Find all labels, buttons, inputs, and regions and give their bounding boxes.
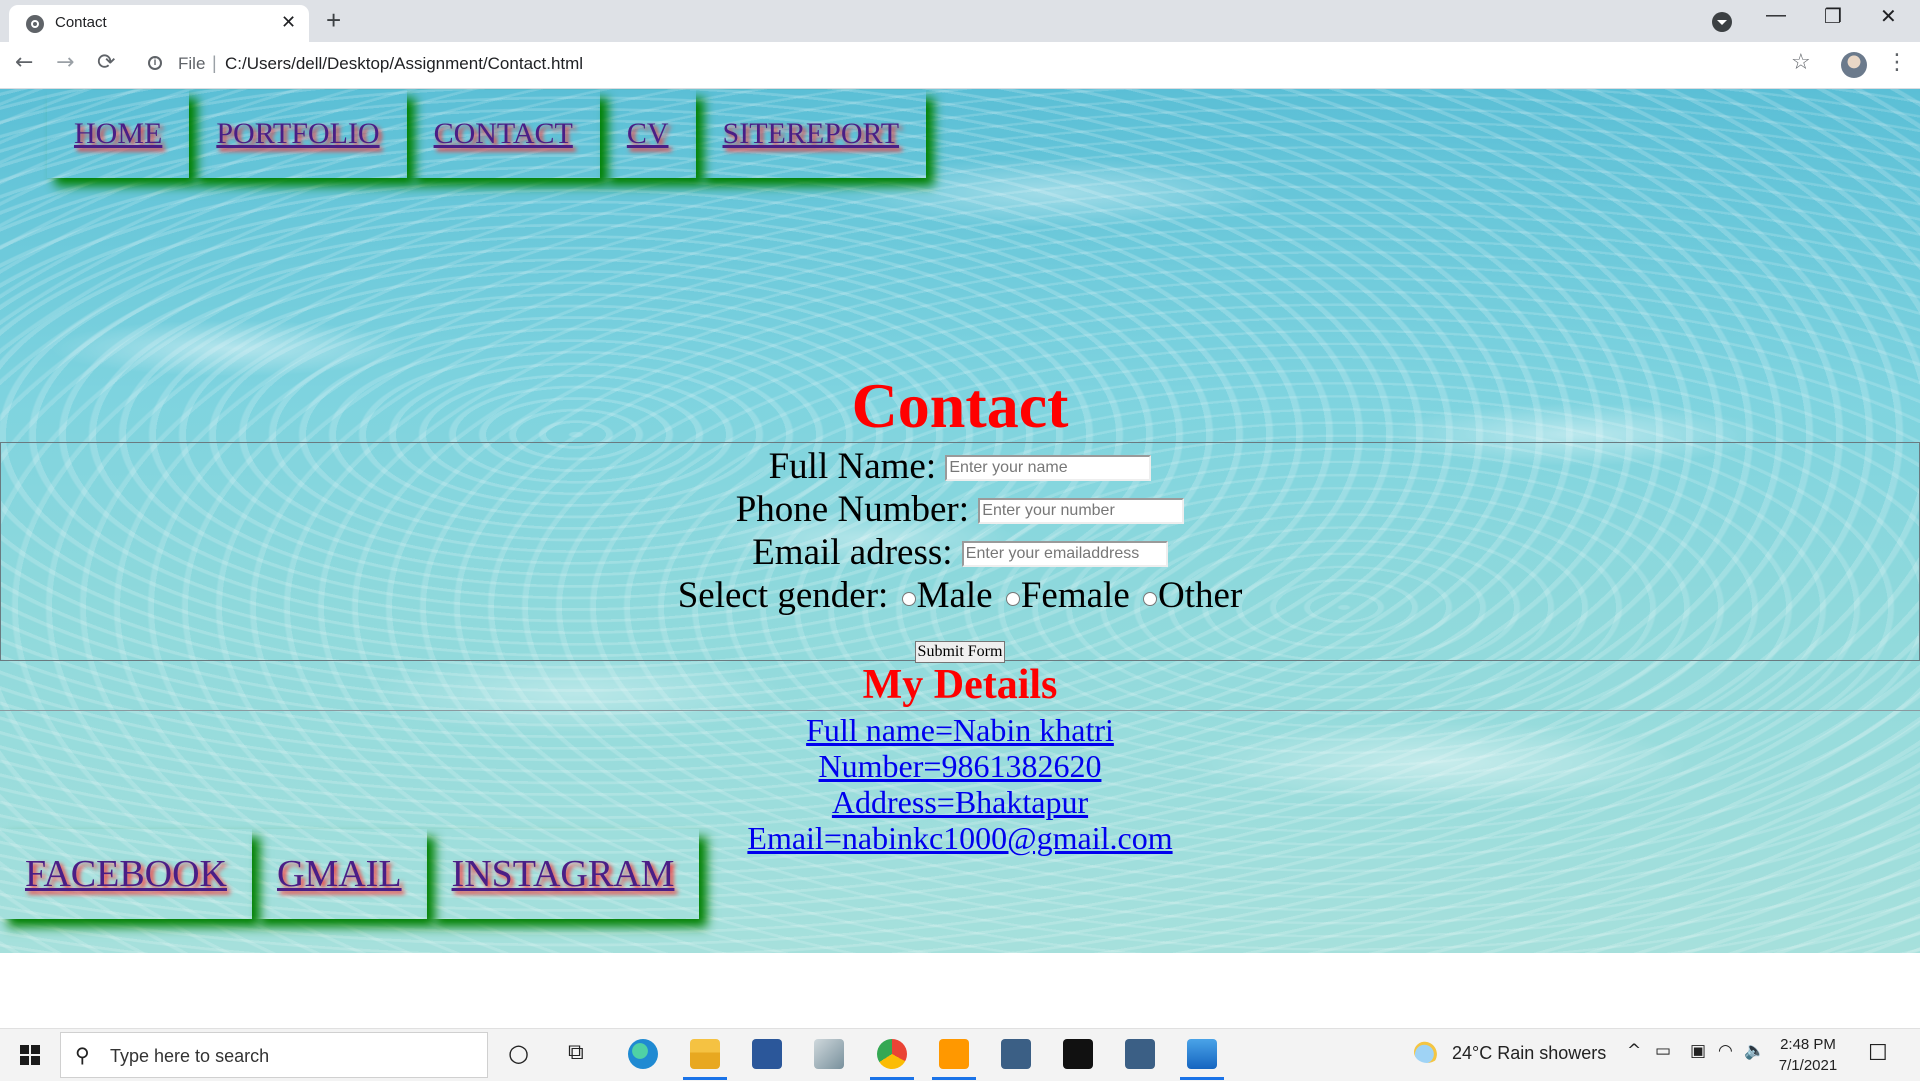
gender-option-female: Female bbox=[1020, 575, 1130, 616]
email-label: Email adress: bbox=[752, 532, 953, 573]
nav-link-sitereport[interactable]: SITEREPORT bbox=[696, 90, 927, 178]
chrome-icon[interactable] bbox=[877, 1039, 907, 1069]
nav-link-portfolio[interactable]: PORTFOLIO bbox=[189, 90, 406, 178]
globe-icon bbox=[26, 15, 44, 33]
browser-tab[interactable]: Contact ✕ bbox=[9, 5, 309, 42]
gender-radio-other[interactable] bbox=[1143, 591, 1158, 606]
details-heading: My Details bbox=[862, 662, 1058, 708]
phone-input[interactable] bbox=[978, 497, 1185, 524]
windows-taskbar: ⚲ Type here to search ○ ⧉ 24°C Rain show… bbox=[0, 1028, 1920, 1081]
social-link-instagram[interactable]: INSTAGRAM bbox=[427, 829, 700, 919]
search-icon: ⚲ bbox=[75, 1043, 90, 1067]
taskbar-search-box[interactable]: ⚲ Type here to search bbox=[60, 1032, 488, 1078]
full-name-input[interactable] bbox=[945, 454, 1152, 481]
mysql-workbench-icon[interactable] bbox=[1001, 1039, 1031, 1069]
search-placeholder: Type here to search bbox=[110, 1046, 270, 1066]
notification-icon[interactable]: ☐ bbox=[1868, 1041, 1888, 1066]
url-separator: | bbox=[212, 53, 217, 73]
gender-radio-male[interactable] bbox=[901, 591, 916, 606]
tab-title: Contact bbox=[55, 14, 107, 31]
gender-option-male: Male bbox=[916, 575, 993, 616]
clock-time: 2:48 PM bbox=[1780, 1036, 1836, 1053]
gender-option-other: Other bbox=[1158, 575, 1243, 616]
browser-tab-strip: Contact ✕ + — ❐ ✕ bbox=[0, 0, 1920, 42]
weather-text[interactable]: 24°C Rain showers bbox=[1452, 1043, 1606, 1064]
divider bbox=[0, 710, 1920, 711]
reload-icon[interactable]: ⟳ bbox=[97, 50, 115, 75]
full-name-label: Full Name: bbox=[768, 446, 937, 487]
page-viewport: HOME PORTFOLIO CONTACT CV SITEREPORT Con… bbox=[0, 89, 1920, 1028]
file-explorer-icon[interactable] bbox=[690, 1039, 720, 1069]
browser-toolbar: ← → ⟳ i File | C:/Users/dell/Desktop/Ass… bbox=[0, 42, 1920, 89]
gender-radio-female[interactable] bbox=[1005, 591, 1020, 606]
nav-link-home[interactable]: HOME bbox=[47, 90, 189, 178]
new-tab-button[interactable]: + bbox=[326, 5, 341, 36]
tab-close-icon[interactable]: ✕ bbox=[281, 12, 296, 33]
battery-icon[interactable]: ▭ bbox=[1655, 1041, 1671, 1061]
clock-date: 7/1/2021 bbox=[1778, 1057, 1838, 1074]
photos-icon[interactable] bbox=[1187, 1039, 1217, 1069]
site-info-icon[interactable]: i bbox=[148, 56, 162, 70]
windows-start-icon[interactable] bbox=[20, 1045, 40, 1065]
email-input[interactable] bbox=[961, 540, 1168, 567]
cortana-icon[interactable]: ○ bbox=[508, 1039, 529, 1067]
weather-icon[interactable] bbox=[1414, 1041, 1440, 1063]
sublime-icon[interactable] bbox=[939, 1039, 969, 1069]
network-icon[interactable]: ◠ bbox=[1718, 1041, 1733, 1061]
main-nav: HOME PORTFOLIO CONTACT CV SITEREPORT bbox=[47, 90, 926, 178]
mysql-icon[interactable] bbox=[1063, 1039, 1093, 1069]
workbench-icon[interactable] bbox=[1125, 1039, 1155, 1069]
social-link-gmail[interactable]: GMAIL bbox=[252, 829, 427, 919]
tray-chevron-icon[interactable]: ^ bbox=[1627, 1041, 1641, 1061]
file-scheme-label: File bbox=[178, 54, 206, 73]
profile-avatar[interactable] bbox=[1841, 52, 1867, 78]
restore-button[interactable]: ❐ bbox=[1824, 4, 1842, 29]
task-view-icon[interactable]: ⧉ bbox=[568, 1040, 584, 1065]
detail-full-name[interactable]: Full name=Nabin khatri bbox=[0, 712, 1920, 748]
close-window-button[interactable]: ✕ bbox=[1880, 4, 1897, 29]
gender-label: Select gender: bbox=[677, 575, 889, 616]
kebab-menu-icon[interactable]: ⋮ bbox=[1886, 50, 1908, 75]
detail-number[interactable]: Number=9861382620 bbox=[0, 748, 1920, 784]
contact-form: Full Name: Phone Number: Email adress: S… bbox=[0, 442, 1920, 663]
forward-arrow-icon[interactable]: → bbox=[56, 50, 74, 75]
edge-icon[interactable] bbox=[628, 1039, 658, 1069]
meet-now-icon[interactable]: ▣ bbox=[1690, 1041, 1706, 1061]
detail-address[interactable]: Address=Bhaktapur bbox=[0, 784, 1920, 820]
volume-icon[interactable]: 🔈 bbox=[1744, 1041, 1765, 1061]
social-link-facebook[interactable]: FACEBOOK bbox=[0, 829, 252, 919]
bookmark-star-icon[interactable]: ☆ bbox=[1791, 50, 1811, 75]
address-bar[interactable]: C:/Users/dell/Desktop/Assignment/Contact… bbox=[225, 54, 583, 74]
phone-label: Phone Number: bbox=[735, 489, 970, 530]
social-nav: FACEBOOK GMAIL INSTAGRAM bbox=[0, 829, 699, 919]
taskbar-clock[interactable]: 2:48 PM 7/1/2021 bbox=[1773, 1034, 1843, 1076]
minimize-button[interactable]: — bbox=[1766, 4, 1786, 27]
nav-link-cv[interactable]: CV bbox=[600, 90, 696, 178]
page-title: Contact bbox=[851, 370, 1069, 441]
tab-search-icon[interactable] bbox=[1712, 12, 1732, 32]
nav-link-contact[interactable]: CONTACT bbox=[407, 90, 600, 178]
back-arrow-icon[interactable]: ← bbox=[15, 50, 33, 75]
word-icon[interactable] bbox=[752, 1039, 782, 1069]
app-icon[interactable] bbox=[814, 1039, 844, 1069]
